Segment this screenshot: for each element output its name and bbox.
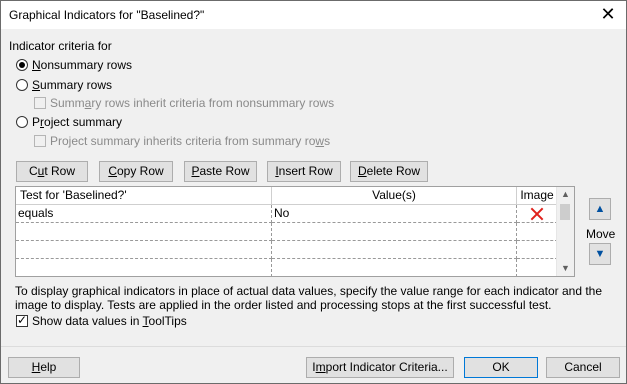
- chevron-down-icon: ▼: [594, 248, 606, 260]
- column-header-values[interactable]: Value(s): [272, 187, 517, 205]
- delete-row-button[interactable]: Delete Row: [350, 161, 428, 182]
- scroll-up-icon[interactable]: ▲: [557, 187, 574, 202]
- show-values-label[interactable]: Show data values in ToolTips: [32, 314, 187, 328]
- table-cell-image[interactable]: [517, 223, 558, 241]
- description-line-1: To display graphical indicators in place…: [15, 284, 603, 298]
- close-icon[interactable]: ✕: [598, 4, 618, 24]
- move-label: Move: [586, 227, 616, 241]
- column-header-test[interactable]: Test for 'Baselined?': [16, 187, 272, 205]
- footer-separator: [1, 346, 626, 347]
- red-x-icon: [529, 206, 545, 222]
- description-text: To display graphical indicators in place…: [15, 284, 615, 312]
- indicator-criteria-table: Test for 'Baselined?' Value(s) Image equ…: [15, 186, 575, 277]
- table-cell-value[interactable]: [272, 223, 517, 241]
- radio-summary-rows[interactable]: [16, 79, 28, 91]
- table-cell-image[interactable]: [517, 259, 558, 276]
- title-bar: Graphical Indicators for "Baselined?" ✕: [1, 1, 626, 29]
- table-cell-image[interactable]: [517, 205, 558, 223]
- scroll-down-icon[interactable]: ▼: [557, 261, 574, 276]
- table-cell-image[interactable]: [517, 241, 558, 259]
- summary-inherit-label: Summary rows inherit criteria from nonsu…: [50, 96, 335, 110]
- chevron-up-icon: ▲: [594, 203, 606, 215]
- table-cell-test[interactable]: [16, 259, 272, 276]
- scrollbar-thumb[interactable]: [560, 204, 570, 220]
- insert-row-button[interactable]: Insert Row: [267, 161, 341, 182]
- summary-inherit-checkbox[interactable]: [34, 97, 46, 109]
- project-inherit-checkbox[interactable]: [34, 135, 46, 147]
- graphical-indicators-dialog: Graphical Indicators for "Baselined?" ✕ …: [0, 0, 627, 384]
- move-down-button[interactable]: ▼: [589, 243, 611, 265]
- table-cell-value[interactable]: [272, 241, 517, 259]
- table-cell-test[interactable]: [16, 223, 272, 241]
- table-cell-value[interactable]: [272, 259, 517, 276]
- paste-row-button[interactable]: Paste Row: [184, 161, 257, 182]
- project-inherit-label: Project summary inherits criteria from s…: [50, 134, 331, 148]
- table-cell-test[interactable]: [16, 241, 272, 259]
- dialog-title: Graphical Indicators for "Baselined?": [9, 8, 205, 22]
- cut-row-button[interactable]: Cut Row: [16, 161, 88, 182]
- copy-row-button[interactable]: Copy Row: [99, 161, 173, 182]
- radio-nonsummary-rows[interactable]: [16, 59, 28, 71]
- column-header-image[interactable]: Image: [517, 187, 558, 205]
- criteria-label: Indicator criteria for: [9, 39, 112, 53]
- description-line-2: image to display. Tests are applied in t…: [15, 298, 552, 312]
- show-values-checkbox[interactable]: [16, 313, 28, 327]
- radio-project-summary[interactable]: [16, 116, 28, 128]
- ok-button[interactable]: OK: [464, 357, 538, 378]
- help-button[interactable]: Help: [8, 357, 80, 378]
- table-cell-value[interactable]: No: [272, 205, 517, 223]
- import-criteria-button[interactable]: Import Indicator Criteria...: [306, 357, 454, 378]
- move-up-button[interactable]: ▲: [589, 198, 611, 220]
- table-scrollbar[interactable]: ▲ ▼: [556, 187, 574, 276]
- radio-summary-label[interactable]: Summary rows: [32, 78, 112, 92]
- radio-project-summary-label[interactable]: Project summary: [32, 115, 122, 129]
- radio-nonsummary-label[interactable]: Nonsummary rows: [32, 58, 132, 72]
- cancel-button[interactable]: Cancel: [546, 357, 620, 378]
- table-cell-test[interactable]: equals: [16, 205, 272, 223]
